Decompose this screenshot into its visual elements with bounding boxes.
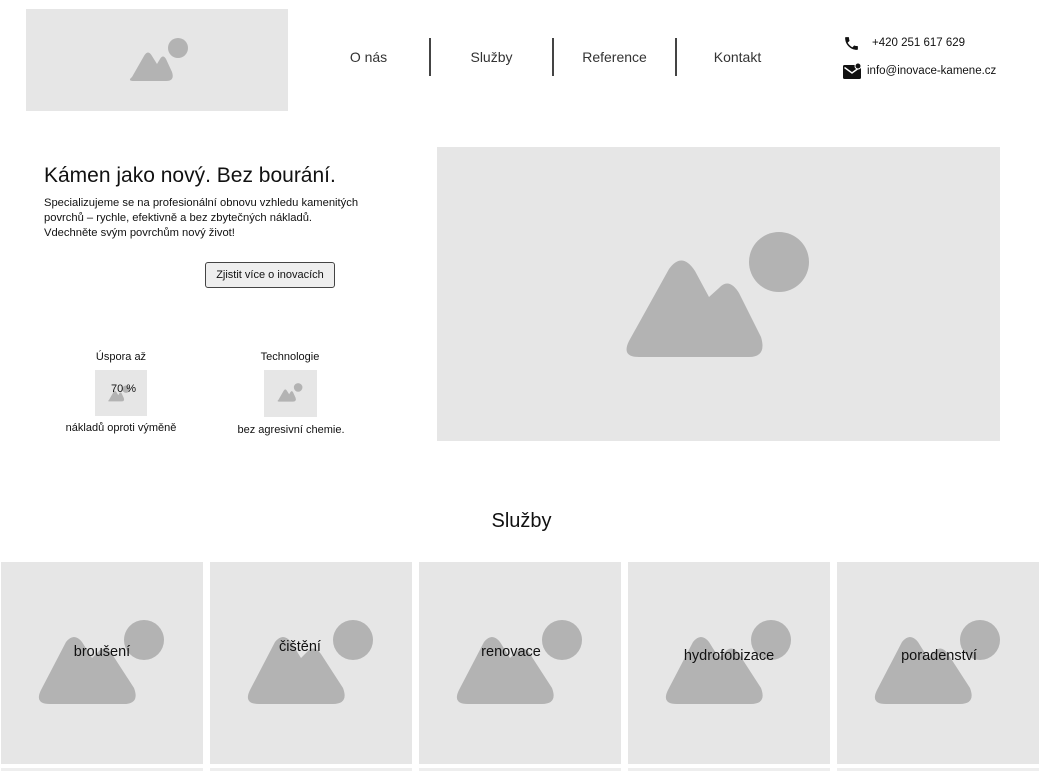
feature-savings-value: 70 %: [111, 383, 137, 395]
nav-item-o-nas[interactable]: O nás: [308, 38, 429, 76]
hero-text-line: Vdechněte svým povrchům nový život!: [44, 227, 235, 239]
hero-text-line: povrchů – rychle, efektivně a bez zbyteč…: [44, 212, 313, 224]
service-card-renovace[interactable]: renovace: [419, 562, 621, 764]
image-placeholder-icon: [129, 38, 188, 81]
feature-technology-title: Technologie: [260, 351, 320, 363]
phone-number: +420 251 617 629: [872, 37, 966, 49]
service-card-poradenstvi[interactable]: poradenství: [837, 562, 1039, 764]
nav-item-kontakt[interactable]: Kontakt: [677, 38, 798, 76]
contact-email[interactable]: info@inovace-kamene.cz: [843, 62, 996, 80]
service-label: renovace: [481, 644, 541, 660]
image-placeholder-icon: [38, 620, 164, 704]
image-placeholder-icon: [247, 620, 373, 704]
services-title: Služby: [491, 510, 552, 532]
service-label: čištění: [279, 639, 321, 655]
mail-icon: [843, 63, 861, 79]
service-label: hydrofobizace: [683, 648, 775, 664]
hero-title: Kámen jako nový. Bez bourání.: [44, 164, 336, 187]
service-card-cisteni[interactable]: čištění: [210, 562, 412, 764]
contact-phone[interactable]: +420 251 617 629: [843, 34, 965, 52]
nav-item-sluzby[interactable]: Služby: [431, 38, 552, 76]
hero-image-placeholder: [437, 147, 1000, 441]
logo-placeholder[interactable]: [26, 9, 288, 111]
feature-savings-caption: nákladů oproti výměně: [65, 422, 177, 434]
feature-savings-image: 70 %: [95, 370, 147, 416]
image-placeholder-icon: [277, 383, 303, 402]
service-card-brouseni[interactable]: broušení: [1, 562, 203, 764]
main-nav: O nás Služby Reference Kontakt: [308, 38, 798, 76]
service-card-hydrofobizace[interactable]: hydrofobizace: [628, 562, 830, 764]
hero-description: Specializujeme se na profesionální obnov…: [44, 196, 384, 241]
service-label: poradenství: [901, 648, 977, 664]
learn-more-button[interactable]: Zjistit více o inovacích: [205, 262, 335, 288]
service-label: broušení: [73, 644, 131, 660]
feature-savings-title: Úspora až: [95, 351, 147, 363]
image-placeholder-icon: [626, 232, 809, 357]
phone-icon: [845, 36, 858, 50]
email-address: info@inovace-kamene.cz: [867, 65, 997, 77]
hero-text-line: Specializujeme se na profesionální obnov…: [44, 197, 359, 209]
nav-item-reference[interactable]: Reference: [554, 38, 675, 76]
feature-technology-image: [264, 370, 317, 417]
feature-technology-caption: bez agresivní chemie.: [237, 424, 345, 436]
image-placeholder-icon: [456, 620, 582, 704]
